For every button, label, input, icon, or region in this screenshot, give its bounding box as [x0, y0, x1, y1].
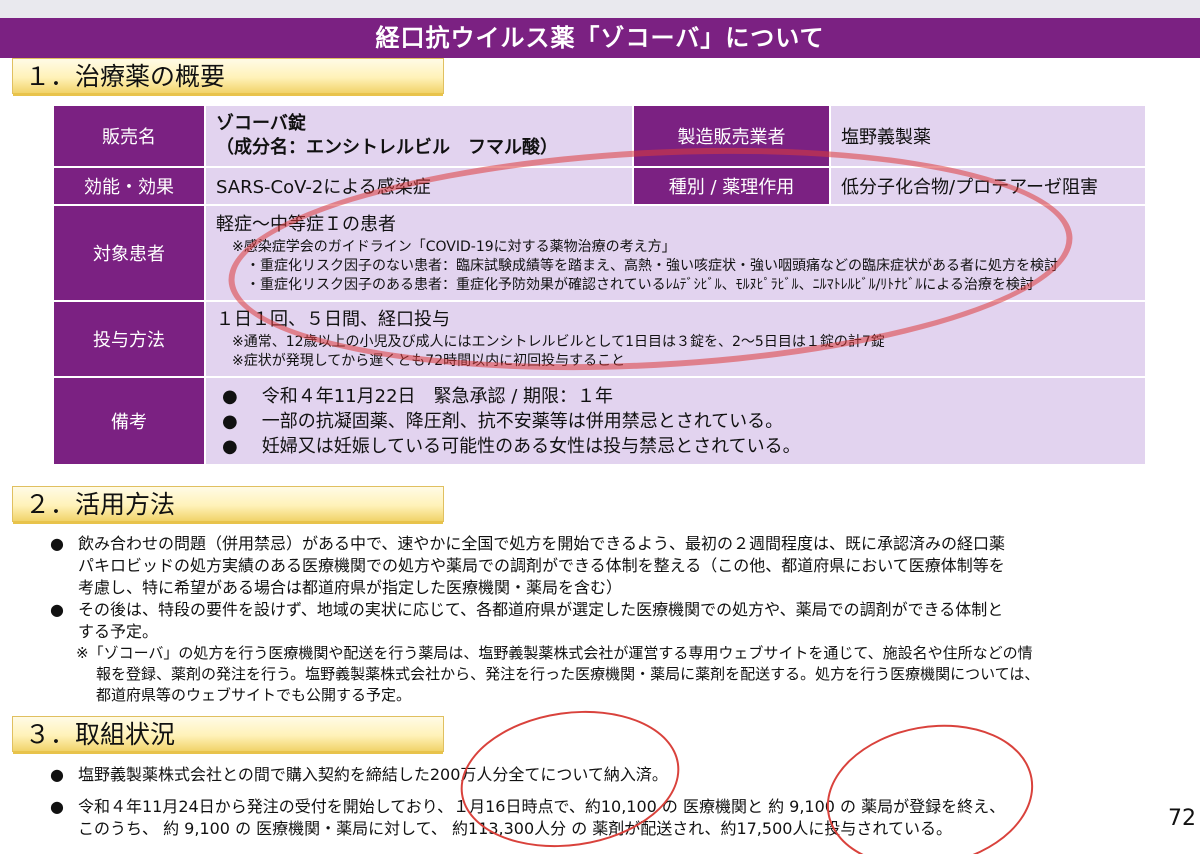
bullet: ● [222, 435, 238, 457]
label-hanbai: 販売名 [54, 106, 204, 166]
list-item: ● 令和４年11月22日 緊急承認 / 期限：１年 [222, 385, 614, 407]
section-heading-usage: ２．活用方法 [12, 486, 444, 524]
usage-note: ※「ゾコーバ」の処方を行う医療機関や配送を行う薬局は、塩野義製薬株式会社が運営す… [76, 644, 1040, 704]
table-row: 備考 ● 令和４年11月22日 緊急承認 / 期限：１年 ● 一部の抗凝固薬、降圧剤… [54, 378, 1145, 464]
value-biko: ● 令和４年11月22日 緊急承認 / 期限：１年 ● 一部の抗凝固薬、降圧剤、抗不… [206, 378, 1145, 464]
usage-paragraphs: ● 飲み合わせの問題（併用禁忌）がある中で、速やかに全国で処方を開始できるよう、… [50, 533, 1180, 643]
bullet: ● [50, 600, 64, 619]
page-number: 72 [1168, 806, 1196, 831]
top-strip [0, 0, 1200, 18]
annotation-circle [815, 709, 1045, 854]
bullet: ● [50, 534, 64, 553]
page-title: 経口抗ウイルス薬「ゾコーバ」について [0, 18, 1200, 58]
list-item: ● 妊婦又は妊娠している可能性のある女性は投与禁忌とされている。 [222, 435, 801, 457]
section-heading-overview: １．治療薬の概要 [12, 58, 444, 96]
bullet: ● [50, 765, 64, 784]
label-kouka: 効能・効果 [54, 168, 204, 204]
label-taisho: 対象患者 [54, 206, 204, 300]
list-item: ● 飲み合わせの問題（併用禁忌）がある中で、速やかに全国で処方を開始できるよう、… [50, 534, 1006, 597]
bullet: ● [50, 797, 64, 816]
hanbai-line1: ゾコーバ錠 [216, 113, 306, 134]
list-item: ● その後は、特段の要件を設けず、地域の実状に応じて、各都道府県が選定した医療機… [50, 600, 1004, 641]
list-item: ● 一部の抗凝固薬、降圧剤、抗不安薬等は併用禁忌とされている。 [222, 410, 784, 432]
label-toyo: 投与方法 [54, 302, 204, 376]
label-biko: 備考 [54, 378, 204, 464]
bullet: ● [222, 410, 238, 432]
bullet: ● [222, 385, 238, 407]
section-heading-status: ３．取組状況 [12, 716, 444, 754]
